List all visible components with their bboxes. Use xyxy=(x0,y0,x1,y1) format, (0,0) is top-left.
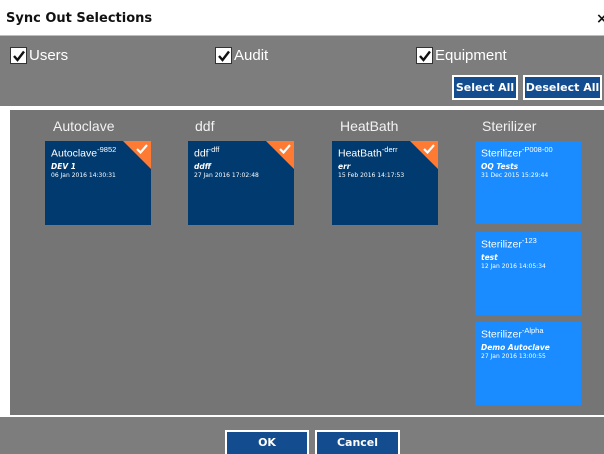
sync-out-dialog: Sync Out Selections × Users Audit Equipm… xyxy=(0,0,604,454)
audit-checkbox[interactable]: Audit xyxy=(215,44,268,66)
column-header-autoclave: Autoclave xyxy=(53,118,115,134)
footer-bar: OK Cancel xyxy=(0,415,604,454)
select-all-button[interactable]: Select All xyxy=(452,75,518,100)
checkmark-icon xyxy=(423,144,435,154)
checkmark-icon xyxy=(279,144,291,154)
equipment-label: Equipment xyxy=(435,46,507,64)
tile-date: 12 Jan 2016 14:05:34 xyxy=(481,262,546,270)
tile-date: 31 Dec 2015 15:29:44 xyxy=(481,171,549,179)
users-label: Users xyxy=(29,46,69,64)
users-checkbox[interactable]: Users xyxy=(10,44,68,66)
equipment-tile[interactable]: Sterilizer-123 test 12 Jan 2016 14:05:34 xyxy=(475,232,581,315)
tile-date: 27 Jan 2016 13:00:55 xyxy=(481,352,546,360)
dialog-title: Sync Out Selections xyxy=(6,11,153,26)
tile-date: 27 Jan 2016 17:02:48 xyxy=(194,171,259,179)
tile-description: OQ Tests xyxy=(481,161,519,171)
equipment-tile[interactable]: HeatBath-derr err 15 Feb 2016 14:17:53 xyxy=(332,141,438,225)
equipment-tile[interactable]: Autoclave-9852 DEV 1 06 Jan 2016 14:30:3… xyxy=(45,141,151,225)
ok-button[interactable]: OK xyxy=(225,430,309,454)
tile-name: Sterilizer-Alpha xyxy=(481,326,544,341)
tile-description: Demo Autoclave xyxy=(481,342,550,352)
tile-name: Sterilizer-P008-00 xyxy=(481,145,553,160)
checkbox-checked-icon xyxy=(215,46,232,64)
column-header-sterilizer: Sterilizer xyxy=(482,118,537,134)
column-header-ddf: ddf xyxy=(195,118,215,134)
equipment-checkbox[interactable]: Equipment xyxy=(416,44,507,66)
checkmark-icon xyxy=(136,144,148,154)
checkbox-checked-icon xyxy=(416,46,433,64)
tile-date: 15 Feb 2016 14:17:53 xyxy=(338,171,405,179)
tile-name: Sterilizer-123 xyxy=(481,236,537,251)
tile-date: 06 Jan 2016 14:30:31 xyxy=(51,171,116,179)
close-icon[interactable]: × xyxy=(596,11,604,27)
equipment-tile[interactable]: Sterilizer-Alpha Demo Autoclave 27 Jan 2… xyxy=(475,322,581,405)
equipment-tile[interactable]: ddf-dff ddff 27 Jan 2016 17:02:48 xyxy=(188,141,294,225)
column-header-heatbath: HeatBath xyxy=(340,118,399,134)
audit-label: Audit xyxy=(234,46,269,64)
checkbox-checked-icon xyxy=(10,46,27,64)
tile-description: test xyxy=(481,252,498,262)
title-bar: Sync Out Selections × xyxy=(0,0,604,36)
cancel-button[interactable]: Cancel xyxy=(315,430,400,454)
deselect-all-button[interactable]: Deselect All xyxy=(523,75,602,100)
filter-bar: Users Audit Equipment Select All Deselec… xyxy=(0,36,604,108)
equipment-tile[interactable]: Sterilizer-P008-00 OQ Tests 31 Dec 2015 … xyxy=(475,141,581,224)
